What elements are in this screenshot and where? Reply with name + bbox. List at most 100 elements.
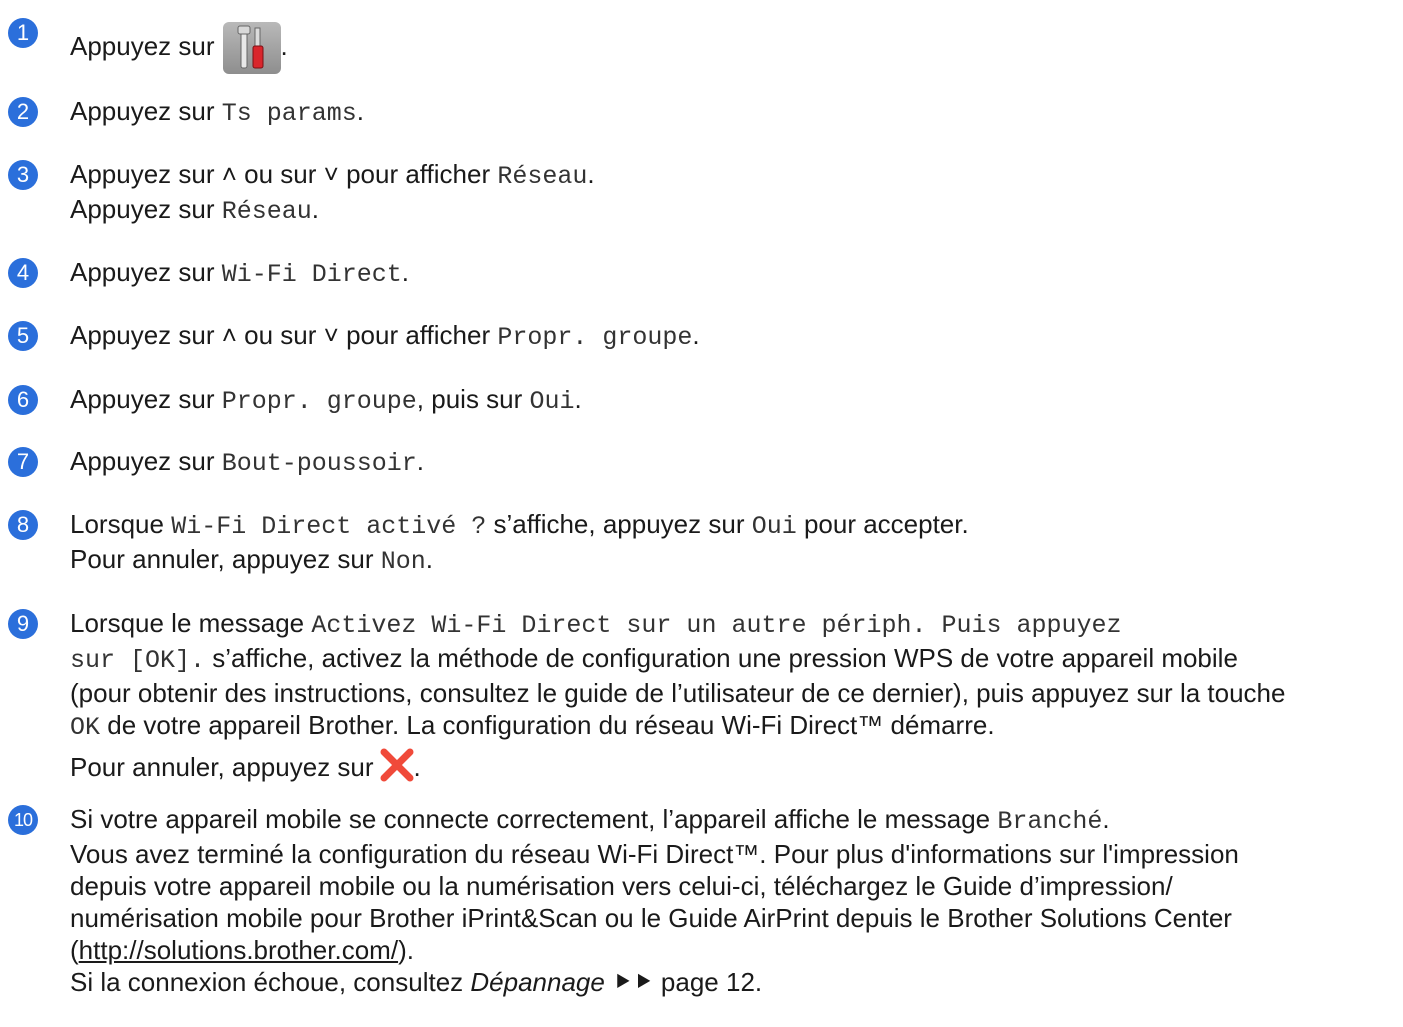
lcd-label: Oui (751, 512, 797, 541)
step-number: 9 (8, 609, 38, 639)
step-number: 2 (8, 97, 38, 127)
step-line: sur [OK]. s’affiche, activez la méthode … (70, 642, 1395, 677)
step-text: Appuyez sur Propr. groupe, puis sur Oui. (70, 383, 1395, 418)
double-arrow-icon: ⯈⯈ (612, 967, 654, 997)
text-fragment: ( (70, 935, 79, 965)
text-fragment: ou sur (236, 159, 324, 189)
text-fragment: Appuyez sur (70, 446, 222, 476)
text-fragment: Appuyez sur (70, 257, 222, 287)
text-fragment: s’affiche, appuyez sur (486, 509, 752, 539)
lcd-label: Ts params (221, 99, 357, 128)
text-fragment: de votre appareil Brother. La configurat… (100, 710, 995, 740)
step-line: numérisation mobile pour Brother iPrint&… (70, 902, 1395, 934)
troubleshooting-reference[interactable]: Dépannage (470, 967, 604, 997)
step-number: 3 (8, 160, 38, 190)
step-text: Appuyez sur ˄ ou sur ˅ pour afficher Rés… (70, 158, 1395, 228)
text-fragment: pour accepter. (796, 509, 969, 539)
lcd-label: sur [OK]. (70, 646, 206, 675)
text-fragment: Lorsque le message (70, 608, 312, 638)
lcd-label: Bout-poussoir (221, 449, 417, 478)
step-number: 4 (8, 258, 38, 288)
step-line: Pour annuler, appuyez sur Non. (70, 543, 1395, 578)
step-text: Appuyez sur Wi-Fi Direct. (70, 256, 1395, 291)
step-number: 10 (8, 805, 38, 835)
text-fragment: Lorsque (70, 509, 172, 539)
lcd-label: Activez Wi-Fi Direct sur un autre périph… (311, 611, 1122, 640)
chevron-up-icon: ˄ (221, 159, 237, 189)
step-line: depuis votre appareil mobile ou la numér… (70, 870, 1395, 902)
step-number: 6 (8, 385, 38, 415)
lcd-label: Wi-Fi Direct (221, 260, 402, 289)
text-fragment: . (413, 752, 421, 782)
lcd-label: Non (380, 547, 426, 576)
lcd-label: Branché (997, 807, 1103, 836)
text-fragment: pour afficher (338, 320, 498, 350)
lcd-label: Propr. groupe (221, 387, 417, 416)
step-line: Appuyez sur Réseau. (70, 193, 1395, 228)
text-fragment: . (754, 967, 763, 997)
step-text: Lorsque le message Activez Wi-Fi Direct … (70, 607, 1395, 783)
text-fragment: s’affiche, activez la méthode de configu… (205, 643, 1238, 673)
text-fragment: Pour annuler, appuyez sur (70, 544, 381, 574)
lcd-label: OK (70, 713, 101, 742)
text-fragment: Pour annuler, appuyez sur (70, 752, 374, 782)
text-fragment: Appuyez sur (70, 30, 215, 61)
step-number: 1 (8, 18, 38, 48)
text-fragment: . (416, 446, 425, 476)
text-fragment: Appuyez sur (70, 194, 222, 224)
text-fragment (605, 967, 612, 997)
step-number: 5 (8, 321, 38, 351)
step-text: Appuyez sur Bout-poussoir. (70, 445, 1395, 480)
step-line: (pour obtenir des instructions, consulte… (70, 677, 1395, 709)
lcd-label: Réseau (497, 162, 588, 191)
step-number: 8 (8, 510, 38, 540)
text-fragment: . (1102, 804, 1110, 834)
step-line: Si votre appareil mobile se connecte cor… (70, 803, 1395, 838)
text-fragment: Vous avez terminé la configuration du ré… (70, 839, 1239, 869)
chevron-up-icon: ˄ (221, 320, 237, 350)
text-fragment: . (425, 544, 434, 574)
step-text: Lorsque Wi-Fi Direct activé ? s’affiche,… (70, 508, 1395, 578)
step-line: OK de votre appareil Brother. La configu… (70, 709, 1395, 744)
text-fragment: ). (398, 935, 414, 965)
text-fragment: Si la connexion échoue, consultez (70, 967, 471, 997)
step-text: Appuyez sur. (70, 22, 1395, 74)
text-fragment: Appuyez sur (70, 159, 222, 189)
text-fragment: (pour obtenir des instructions, consulte… (70, 678, 1286, 708)
text-fragment: . (311, 194, 319, 224)
text-fragment: pour afficher (338, 159, 498, 189)
lcd-label: Réseau (221, 197, 312, 226)
page-reference[interactable]: page 12 (661, 967, 755, 997)
step-line: Si la connexion échoue, consultez Dépann… (70, 966, 1395, 998)
text-fragment: . (356, 96, 365, 126)
text-fragment: Appuyez sur (70, 96, 222, 126)
step-text: Appuyez sur ˄ ou sur ˅ pour afficher Pro… (70, 319, 1395, 354)
text-fragment: . (401, 257, 410, 287)
step-line: Appuyez sur ˄ ou sur ˅ pour afficher Rés… (70, 158, 1395, 193)
step-text: Appuyez sur Ts params. (70, 95, 1395, 130)
text-fragment: Si votre appareil mobile se connecte cor… (70, 804, 998, 834)
chevron-down-icon: ˅ (323, 320, 339, 350)
step-line: Lorsque le message Activez Wi-Fi Direct … (70, 607, 1395, 642)
text-fragment: numérisation mobile pour Brother iPrint&… (70, 903, 1232, 933)
chevron-down-icon: ˅ (323, 159, 339, 189)
settings-tools-icon (222, 22, 281, 74)
step-line: Vous avez terminé la configuration du ré… (70, 838, 1395, 870)
step-line: Lorsque Wi-Fi Direct activé ? s’affiche,… (70, 508, 1395, 543)
cancel-x-icon (380, 748, 414, 782)
text-fragment: ou sur (236, 320, 324, 350)
solutions-center-link[interactable]: http://solutions.brother.com/ (79, 935, 398, 965)
text-fragment: Appuyez sur (70, 320, 222, 350)
step-line: (http://solutions.brother.com/). (70, 934, 1395, 966)
text-fragment: . (692, 320, 700, 350)
text-fragment: . (587, 159, 595, 189)
step-number: 7 (8, 447, 38, 477)
step-line: Pour annuler, appuyez sur. (70, 748, 1395, 783)
step-text: Si votre appareil mobile se connecte cor… (70, 803, 1395, 998)
lcd-label: Oui (529, 387, 575, 416)
lcd-label: Propr. groupe (497, 323, 693, 352)
text-fragment: depuis votre appareil mobile ou la numér… (70, 871, 1173, 901)
text-fragment: . (280, 30, 288, 61)
lcd-label: Wi-Fi Direct activé ? (171, 512, 487, 541)
text-fragment: , puis sur (416, 384, 530, 414)
